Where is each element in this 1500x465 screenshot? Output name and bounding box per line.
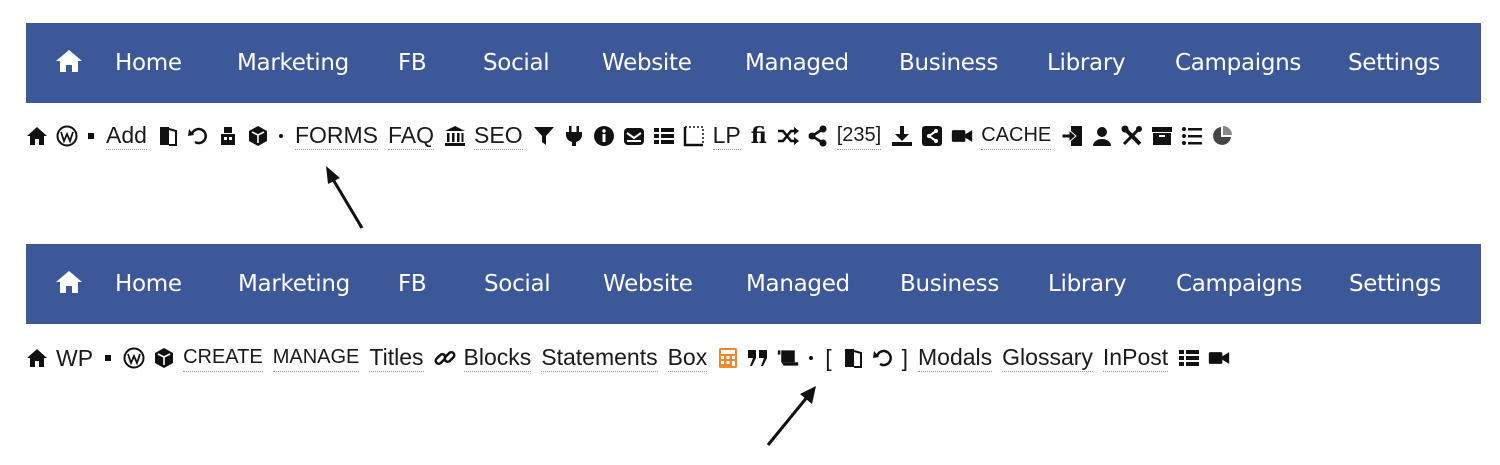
modals-link[interactable]: Modals	[918, 344, 993, 372]
nav-item-marketing[interactable]: Marketing	[237, 23, 349, 103]
separator-dot	[105, 355, 112, 361]
nav-item-managed[interactable]: Managed	[746, 244, 850, 324]
filter-icon[interactable]	[533, 124, 555, 148]
lp-link[interactable]: LP	[712, 122, 741, 150]
nav-item-social[interactable]: Social	[484, 244, 551, 324]
list-ul-icon[interactable]	[1181, 124, 1203, 148]
door-icon[interactable]	[157, 124, 179, 148]
nav-item-managed[interactable]: Managed	[745, 23, 849, 103]
home-icon[interactable]	[26, 346, 48, 370]
top-nav-bar: Home Marketing FB Social Website Managed…	[26, 23, 1481, 103]
nav-item-business[interactable]: Business	[899, 23, 998, 103]
door-icon[interactable]	[842, 346, 864, 370]
glossary-link[interactable]: Glossary	[1002, 344, 1093, 372]
undo-icon[interactable]	[872, 346, 894, 370]
nav-item-settings[interactable]: Settings	[1349, 244, 1441, 324]
link-icon[interactable]	[433, 346, 456, 370]
share-square-icon[interactable]	[921, 124, 943, 148]
bracket-close: ]	[901, 345, 909, 371]
pointer-arrow	[766, 386, 816, 446]
bottom-toolbar: WP CREATE MANAGE Titles Blocks Statement…	[26, 336, 1238, 380]
pie-chart-icon[interactable]	[1211, 124, 1233, 148]
statements-link[interactable]: Statements	[541, 344, 658, 372]
bank-icon[interactable]	[444, 124, 466, 148]
seo-link[interactable]: SEO	[474, 122, 523, 150]
dashed-square-icon[interactable]	[683, 124, 705, 148]
sign-in-icon[interactable]	[1061, 124, 1083, 148]
separator-dot	[809, 356, 814, 360]
nav-item-campaigns[interactable]: Campaigns	[1175, 23, 1301, 103]
video-icon[interactable]	[1208, 346, 1230, 370]
nav-item-library[interactable]: Library	[1047, 23, 1126, 103]
list-icon[interactable]	[1178, 346, 1200, 370]
wp-label[interactable]: WP	[56, 345, 93, 371]
envelope-open-icon[interactable]	[623, 124, 645, 148]
box-link[interactable]: Box	[667, 344, 708, 372]
titles-link[interactable]: Titles	[369, 344, 424, 372]
plug-icon[interactable]	[563, 124, 585, 148]
manage-link[interactable]: MANAGE	[272, 344, 360, 372]
nav-item-home[interactable]: Home	[115, 244, 182, 324]
cube-icon[interactable]	[153, 346, 175, 370]
top-toolbar: Add FORMS FAQ SEO LP fi [235] CACHE	[26, 114, 1241, 158]
nav-item-marketing[interactable]: Marketing	[238, 244, 350, 324]
bracket-open: [	[825, 345, 832, 371]
cube-icon[interactable]	[247, 124, 269, 148]
wordpress-icon[interactable]	[56, 124, 78, 148]
archive-icon[interactable]	[1151, 124, 1173, 148]
wordpress-icon[interactable]	[123, 346, 145, 370]
share-icon[interactable]	[807, 124, 829, 148]
nav-item-fb[interactable]: FB	[398, 244, 427, 324]
home-icon[interactable]	[26, 124, 48, 148]
nav-item-business[interactable]: Business	[900, 244, 999, 324]
tools-icon[interactable]	[1121, 124, 1143, 148]
nav-item-campaigns[interactable]: Campaigns	[1176, 244, 1302, 324]
robot-icon[interactable]	[217, 124, 239, 148]
bottom-nav-bar: Home Marketing FB Social Website Managed…	[26, 244, 1481, 324]
home-icon[interactable]	[54, 48, 84, 74]
faq-link[interactable]: FAQ	[388, 122, 435, 150]
download-icon[interactable]	[891, 124, 913, 148]
cache-link[interactable]: CACHE	[981, 122, 1052, 150]
inpost-link[interactable]: InPost	[1102, 344, 1169, 372]
info-icon[interactable]	[593, 124, 615, 148]
video-icon[interactable]	[951, 124, 973, 148]
nav-item-website[interactable]: Website	[602, 23, 692, 103]
nav-item-fb[interactable]: FB	[398, 23, 427, 103]
separator-dot	[278, 134, 283, 138]
forms-link[interactable]: FORMS	[294, 122, 378, 150]
count-badge[interactable]: [235]	[836, 122, 882, 150]
create-link[interactable]: CREATE	[183, 344, 263, 372]
nav-item-website[interactable]: Website	[603, 244, 693, 324]
nav-item-home[interactable]: Home	[115, 23, 182, 103]
nav-item-social[interactable]: Social	[483, 23, 550, 103]
home-icon[interactable]	[54, 269, 84, 295]
separator-dot	[88, 133, 94, 139]
add-link[interactable]: Add	[106, 122, 147, 150]
pointer-arrow	[326, 166, 364, 229]
user-icon[interactable]	[1091, 124, 1113, 148]
nav-item-library[interactable]: Library	[1048, 244, 1127, 324]
list-icon[interactable]	[653, 124, 675, 148]
nav-item-settings[interactable]: Settings	[1348, 23, 1440, 103]
undo-icon[interactable]	[187, 124, 209, 148]
calculator-icon[interactable]	[717, 346, 739, 370]
fi-link[interactable]: fi	[751, 123, 767, 149]
scroll-icon[interactable]	[777, 346, 799, 370]
shuffle-icon[interactable]	[777, 124, 799, 148]
quote-icon[interactable]	[747, 346, 769, 370]
blocks-link[interactable]: Blocks	[463, 344, 532, 372]
